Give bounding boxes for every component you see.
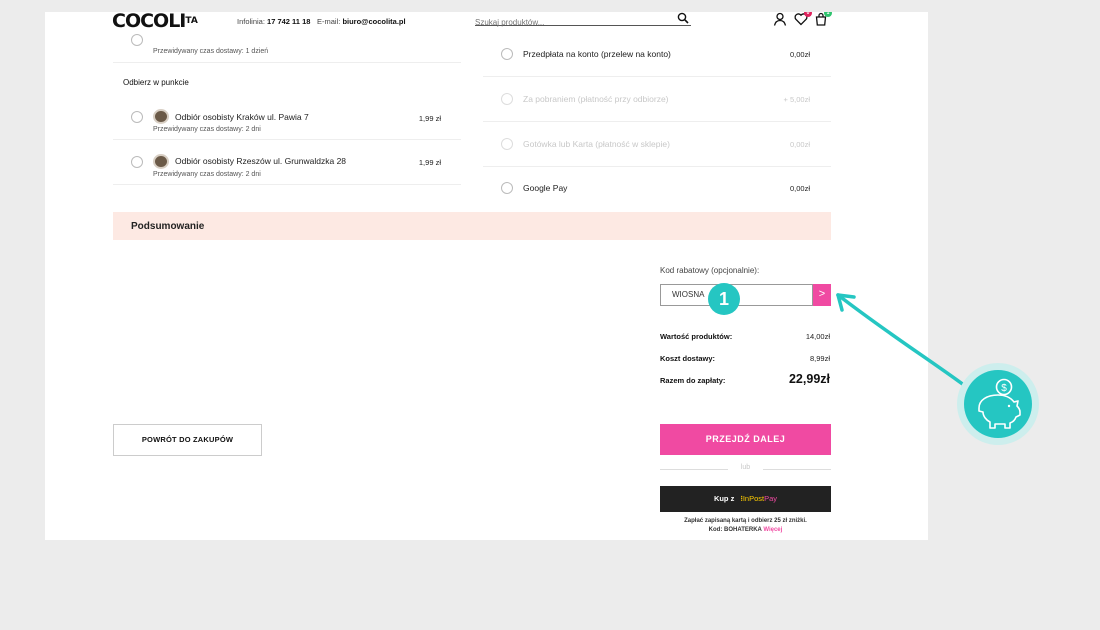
- svg-text:$: $: [1001, 383, 1007, 394]
- piggy-bank-icon: $: [964, 370, 1032, 438]
- tutorial-arrow: [836, 293, 970, 390]
